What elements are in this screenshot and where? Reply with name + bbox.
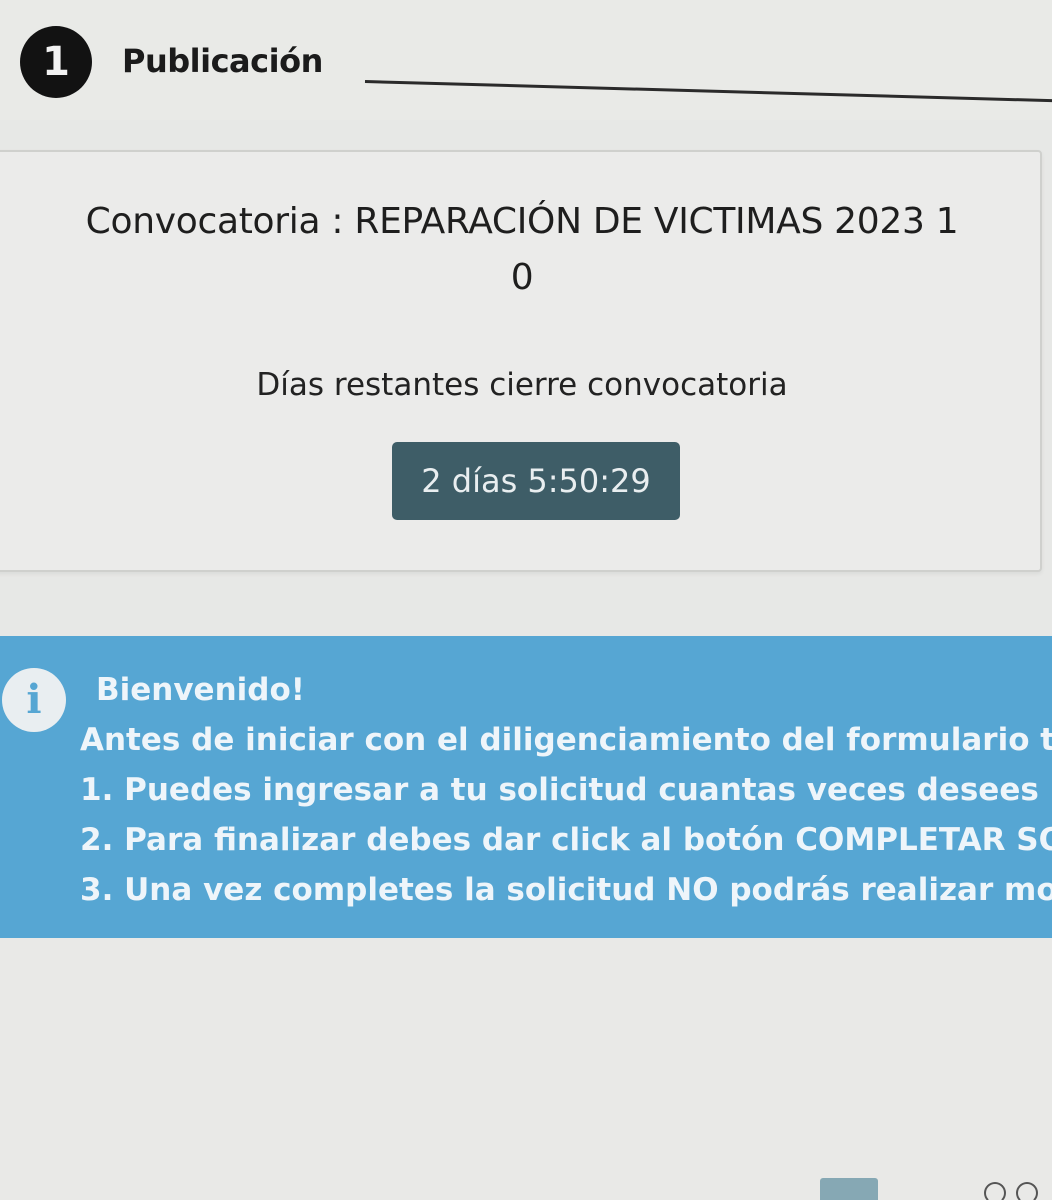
step-number-badge: 1 [20,26,92,98]
convocatoria-title-line2: 0 [510,257,534,298]
step-header: 1 Publicación [0,0,1052,120]
bottom-icon-partial[interactable] [984,1182,1006,1200]
countdown-timer: 2 días 5:50:29 [392,442,680,520]
info-item-2: 2. Para finalizar debes dar click al bot… [80,822,1052,858]
days-remaining-label: Días restantes cierre convocatoria [256,367,788,403]
bottom-icon-partial[interactable] [1016,1182,1038,1200]
bottom-button-partial[interactable] [820,1178,878,1200]
step-divider-line [364,80,1052,103]
step-title: Publicación [122,42,323,80]
page-bottom-area [0,938,1052,1200]
info-icon: i [2,668,66,732]
info-item-1: 1. Puedes ingresar a tu solicitud cuanta… [80,772,1052,808]
convocatoria-title: Convocatoria : REPARACIÓN DE VICTIMAS 20… [32,194,1012,306]
info-heading: Bienvenido! [96,672,305,708]
convocatoria-title-line1: Convocatoria : REPARACIÓN DE VICTIMAS 20… [85,201,959,242]
info-intro-line: Antes de iniciar con el diligenciamiento… [80,722,1052,758]
info-item-3: 3. Una vez completes la solicitud NO pod… [80,872,1052,908]
convocatoria-card: Convocatoria : REPARACIÓN DE VICTIMAS 20… [0,150,1042,572]
welcome-info-banner: i Bienvenido! Antes de iniciar con el di… [0,636,1052,938]
